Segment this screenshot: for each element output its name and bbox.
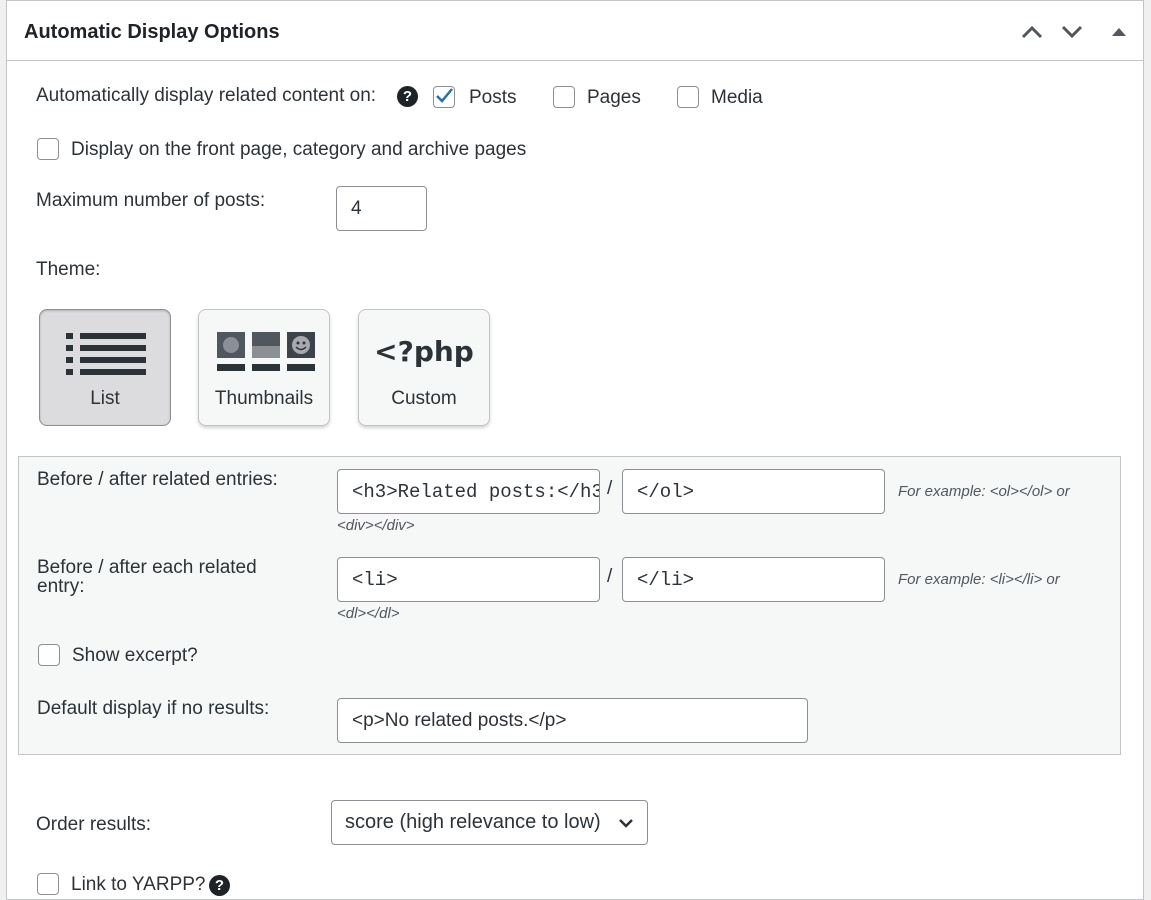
theme-thumbnails-label: Thumbnails xyxy=(214,388,314,409)
front-page-label: Display on the front page, category and … xyxy=(71,139,527,160)
max-posts-input[interactable]: 4 xyxy=(336,186,427,231)
pages-checkbox[interactable] xyxy=(553,86,575,108)
no-results-label: Default display if no results: xyxy=(37,698,270,719)
move-down-button[interactable] xyxy=(1059,19,1085,45)
display-on-label: Automatically display related content on… xyxy=(36,85,377,106)
order-results-value: score (high relevance to low) xyxy=(345,811,601,833)
before-each-input[interactable]: <li> xyxy=(337,557,600,602)
triangle-up-icon xyxy=(1112,28,1126,36)
before-after-entries-label: Before / after related entries: xyxy=(37,469,278,490)
before-entries-input[interactable]: <h3>Related posts:</h3> xyxy=(337,469,600,514)
separator: / xyxy=(607,566,613,587)
theme-thumbnails-button[interactable]: Thumbnails xyxy=(198,309,330,426)
each-example-text-cont: <dl></dl> xyxy=(337,605,400,622)
panel-header: Automatic Display Options xyxy=(7,1,1143,61)
show-excerpt-label: Show excerpt? xyxy=(72,645,198,666)
link-yarpp-label: Link to YARPP? xyxy=(71,874,206,895)
help-icon[interactable]: ? xyxy=(397,86,418,107)
separator: / xyxy=(607,478,613,499)
entries-example-text-cont: <div></div> xyxy=(337,517,415,534)
posts-label: Posts xyxy=(469,87,517,108)
list-icon xyxy=(66,333,146,375)
link-yarpp-checkbox[interactable] xyxy=(37,873,59,895)
show-excerpt-checkbox[interactable] xyxy=(38,644,60,666)
after-entries-input[interactable]: </ol> xyxy=(622,469,885,514)
max-posts-label: Maximum number of posts: xyxy=(36,190,266,211)
theme-custom-button[interactable]: <?php Custom xyxy=(358,309,490,426)
order-results-select[interactable]: score (high relevance to low) xyxy=(331,800,648,845)
before-after-each-label-cont: entry: xyxy=(37,576,85,597)
php-icon: <?php xyxy=(374,335,474,368)
link-yarpp-help-icon[interactable]: ? xyxy=(209,875,230,896)
thumbnails-icon xyxy=(217,332,315,371)
chevron-down-icon xyxy=(1061,25,1083,39)
front-page-checkbox[interactable] xyxy=(37,138,59,160)
toggle-panel-button[interactable] xyxy=(1106,19,1132,45)
entries-example-text: For example: <ol></ol> or xyxy=(898,483,1070,500)
theme-list-button[interactable]: List xyxy=(39,309,171,426)
checkmark-icon xyxy=(436,88,453,103)
move-up-button[interactable] xyxy=(1019,19,1045,45)
no-results-input[interactable]: <p>No related posts.</p> xyxy=(337,698,808,743)
pages-label: Pages xyxy=(587,87,641,108)
theme-label: Theme: xyxy=(36,259,101,280)
chevron-up-icon xyxy=(1021,25,1043,39)
media-label: Media xyxy=(711,87,763,108)
theme-list-label: List xyxy=(90,388,120,409)
each-example-text: For example: <li></li> or xyxy=(898,571,1060,588)
after-each-input[interactable]: </li> xyxy=(622,557,885,602)
automatic-display-options-panel: Automatic Display Options xyxy=(6,0,1144,900)
panel-title: Automatic Display Options xyxy=(24,21,280,43)
order-results-label: Order results: xyxy=(36,814,152,835)
media-checkbox[interactable] xyxy=(677,86,699,108)
chevron-down-icon xyxy=(619,819,633,828)
posts-checkbox[interactable] xyxy=(433,86,455,108)
theme-custom-label: Custom xyxy=(391,388,457,409)
